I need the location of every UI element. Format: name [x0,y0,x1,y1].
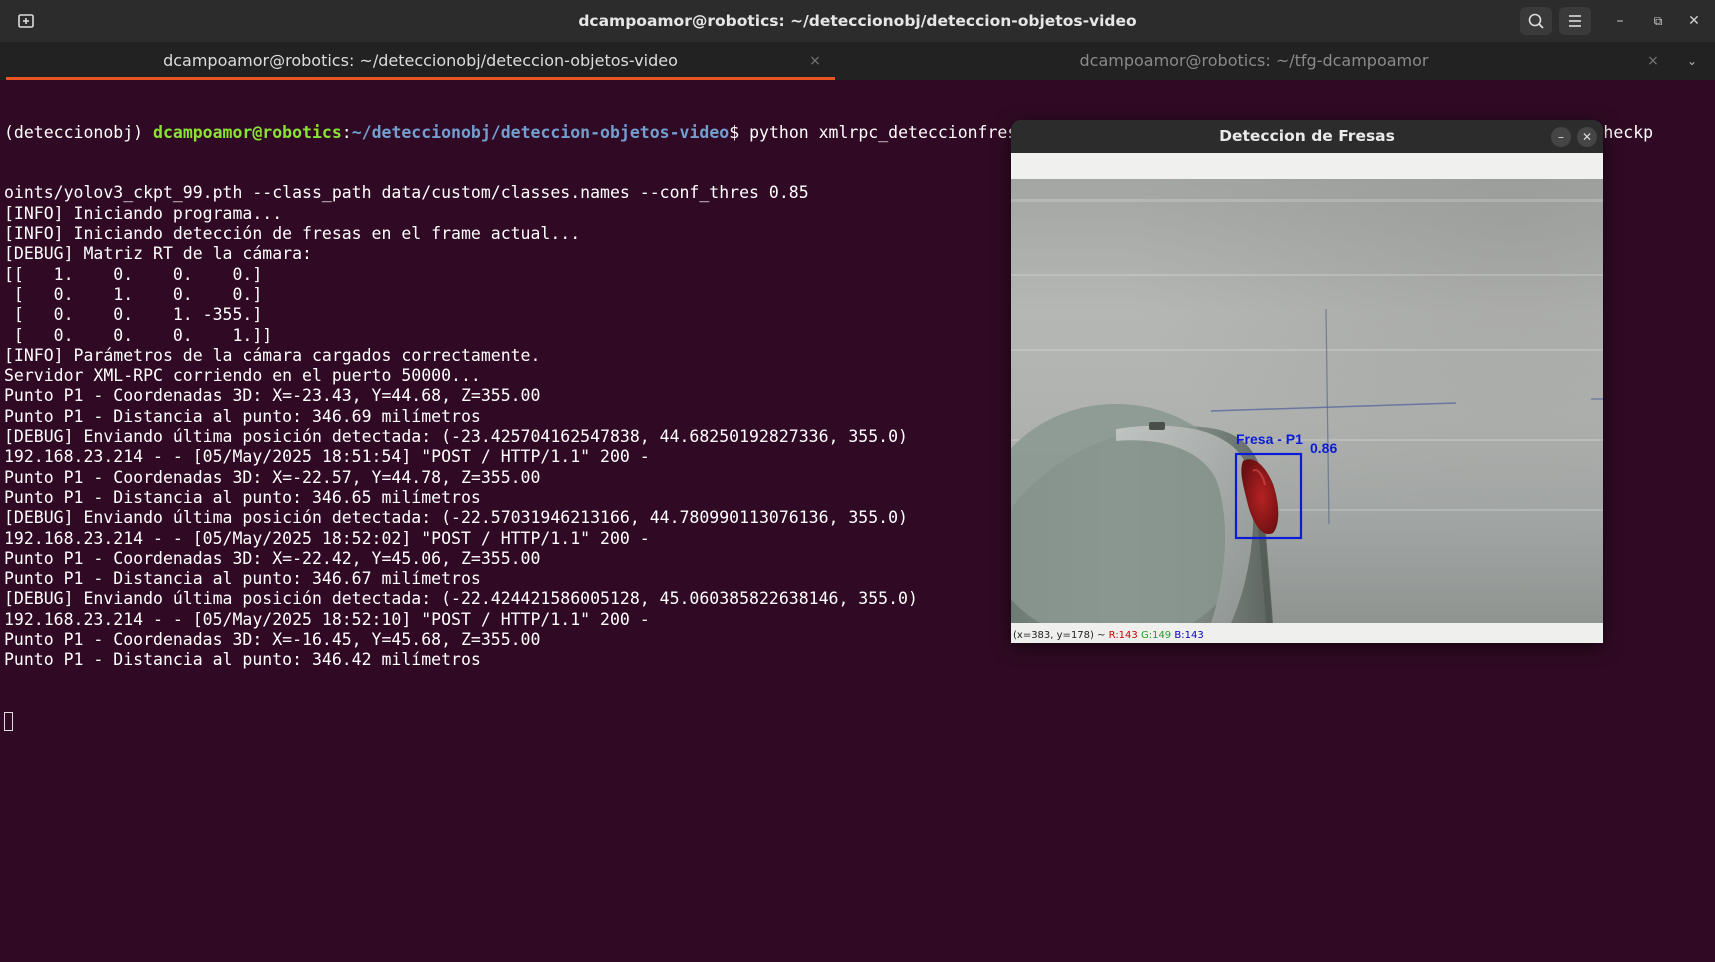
minimize-icon[interactable]: – [1602,0,1638,42]
camera-frame[interactable]: Fresa - P1 0.86 [1011,179,1603,623]
viewer-toolbar [1011,153,1603,179]
cursor-line [4,711,1715,732]
prompt-dollar: $ [729,122,750,142]
tab-overflow-chevron-icon[interactable]: ⌄ [1677,42,1707,80]
tab-deteccion-objetos-video[interactable]: dcampoamor@robotics: ~/deteccionobj/dete… [6,42,835,80]
tab-label: dcampoamor@robotics: ~/tfg-dcampoamor [1079,51,1429,70]
camera-frame-image [1011,199,1603,623]
detection-viewer-window[interactable]: Deteccion de Fresas – ✕ Fresa - P1 0.86 … [1011,120,1603,643]
title-bar: dcampoamor@robotics: ~/deteccionobj/dete… [0,0,1715,42]
pixel-info-status: (x=383, y=178) ~ R:143 G:149 B:143 [1011,623,1603,643]
pixel-coords: (x=383, y=178) ~ [1013,630,1109,641]
pixel-g: G:149 [1140,630,1172,641]
prompt-path: ~/deteccionobj/deteccion-objetos-video [351,122,730,142]
prompt-user: dcampoamor@robotics [153,122,342,142]
viewer-close-icon[interactable]: ✕ [1577,127,1597,147]
prompt-env: (deteccionobj) [4,122,154,142]
terminal-cursor [4,712,13,732]
window-title: dcampoamor@robotics: ~/deteccionobj/dete… [578,12,1137,30]
tab-close-icon[interactable]: × [1633,42,1673,80]
close-icon[interactable]: ✕ [1676,0,1712,42]
detection-label: Fresa - P1 [1236,431,1303,447]
tab-bar: dcampoamor@robotics: ~/deteccionobj/dete… [0,42,1715,80]
viewer-title: Deteccion de Fresas [1011,120,1603,153]
tab-label: dcampoamor@robotics: ~/deteccionobj/dete… [163,51,678,70]
tab-tfg-dcampoamor[interactable]: dcampoamor@robotics: ~/tfg-dcampoamor × [835,42,1673,80]
prompt-separator: : [341,122,352,142]
detection-confidence: 0.86 [1310,440,1338,456]
search-icon[interactable] [1520,7,1552,35]
pixel-r: R:143 [1108,630,1138,641]
terminal-line: Punto P1 - Distancia al punto: 346.42 mi… [4,650,481,670]
restore-icon[interactable]: ⧉ [1640,0,1676,42]
hamburger-menu-icon[interactable] [1559,7,1591,35]
tab-close-icon[interactable]: × [795,42,835,80]
viewer-minimize-icon[interactable]: – [1551,127,1571,147]
pixel-b: B:143 [1174,630,1204,641]
